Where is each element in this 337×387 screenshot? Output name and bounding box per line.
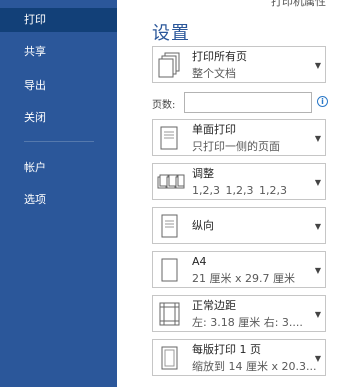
page-title: 设置 xyxy=(152,23,190,44)
chevron-down-icon: ▼ xyxy=(314,354,321,363)
paper-size-label: A4 xyxy=(192,255,207,268)
margins-icon xyxy=(157,300,183,328)
print-range-dropdown[interactable]: 打印所有页 整个文档 ▼ xyxy=(152,46,326,83)
nav-item-close[interactable]: 关闭 xyxy=(0,106,117,130)
chevron-down-icon: ▼ xyxy=(314,178,321,187)
margins-sub: 左: 3.18 厘米 右: 3.... xyxy=(192,316,303,329)
paper-size-icon xyxy=(157,256,183,284)
print-range-sub: 整个文档 xyxy=(192,67,236,80)
sides-sub: 只打印一侧的页面 xyxy=(192,140,280,153)
margins-dropdown[interactable]: 正常边距 左: 3.18 厘米 右: 3.... ▼ xyxy=(152,295,326,332)
nav-item-account[interactable]: 帐户 xyxy=(0,156,117,180)
print-range-label: 打印所有页 xyxy=(192,50,247,63)
single-sided-icon xyxy=(157,124,183,152)
paper-size-sub: 21 厘米 x 29.7 厘米 xyxy=(192,272,295,285)
chevron-down-icon: ▼ xyxy=(314,222,321,231)
pages-per-sheet-dropdown[interactable]: 每版打印 1 页 缩放到 14 厘米 x 20.3... ▼ xyxy=(152,339,326,376)
collate-sub: 1,2,3 1,2,3 1,2,3 xyxy=(192,184,287,197)
pages-per-sheet-label: 每版打印 1 页 xyxy=(192,343,261,356)
collate-dropdown[interactable]: 调整 1,2,3 1,2,3 1,2,3 ▼ xyxy=(152,163,326,200)
orientation-label: 纵向 xyxy=(192,219,214,232)
printer-properties-link[interactable]: 打印机属性 xyxy=(271,0,326,9)
chevron-down-icon: ▼ xyxy=(314,266,321,275)
pages-input[interactable] xyxy=(184,92,312,113)
nav-item-share[interactable]: 共享 xyxy=(0,40,117,64)
pages-stack-icon xyxy=(157,51,183,79)
page-per-sheet-icon xyxy=(157,344,183,372)
info-icon[interactable]: i xyxy=(317,96,328,107)
sides-dropdown[interactable]: 单面打印 只打印一侧的页面 ▼ xyxy=(152,119,326,156)
chevron-down-icon: ▼ xyxy=(314,310,321,319)
paper-size-dropdown[interactable]: A4 21 厘米 x 29.7 厘米 ▼ xyxy=(152,251,326,288)
sides-label: 单面打印 xyxy=(192,123,236,136)
nav-item-print[interactable]: 打印 xyxy=(0,8,117,32)
nav-divider xyxy=(24,141,94,142)
pages-label: 页数: xyxy=(152,100,176,111)
nav-item-export[interactable]: 导出 xyxy=(0,74,117,98)
chevron-down-icon: ▼ xyxy=(314,61,321,70)
margins-label: 正常边距 xyxy=(192,299,236,312)
orientation-dropdown[interactable]: 纵向 ▼ xyxy=(152,207,326,244)
collate-icon xyxy=(157,168,185,196)
collate-label: 调整 xyxy=(192,167,214,180)
nav-item-options[interactable]: 选项 xyxy=(0,188,117,212)
portrait-page-icon xyxy=(157,212,183,240)
chevron-down-icon: ▼ xyxy=(314,134,321,143)
backstage-nav: 打印 共享 导出 关闭 帐户 选项 xyxy=(0,0,117,387)
pages-per-sheet-sub: 缩放到 14 厘米 x 20.3... xyxy=(192,360,316,373)
